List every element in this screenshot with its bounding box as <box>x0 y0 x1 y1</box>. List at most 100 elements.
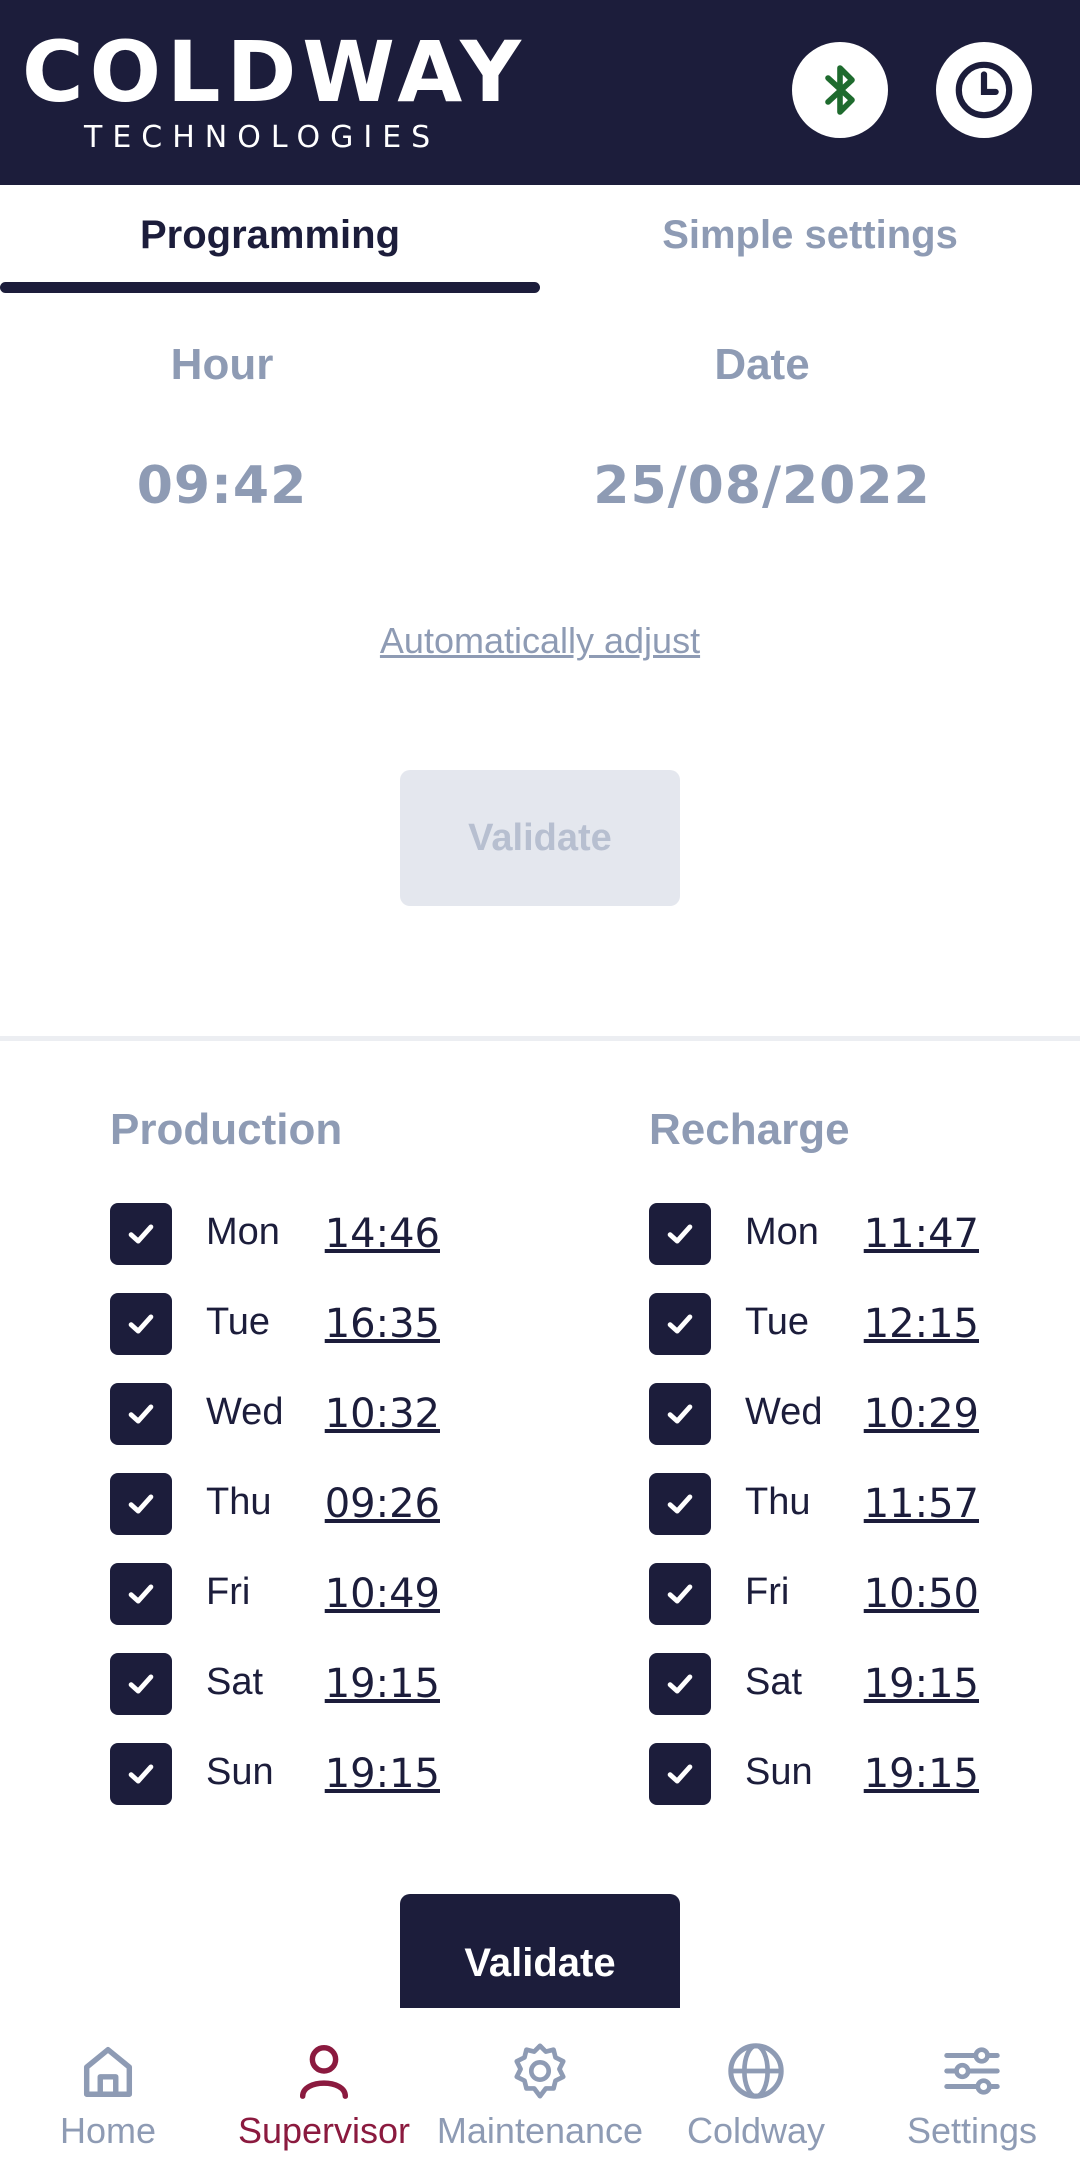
globe-icon <box>728 2043 784 2099</box>
recharge-day-label: Sat <box>745 1661 803 1703</box>
checkmark-icon <box>667 1674 693 1694</box>
checkmark-icon <box>667 1764 693 1784</box>
production-checkbox-sun[interactable] <box>110 1743 172 1805</box>
bluetooth-button[interactable] <box>792 42 888 138</box>
recharge-time-wed[interactable]: 10:29 <box>864 1391 979 1437</box>
nav-settings[interactable]: Settings <box>864 2038 1080 2152</box>
recharge-time-thu[interactable]: 11:57 <box>864 1481 979 1527</box>
production-checkbox-thu[interactable] <box>110 1473 172 1535</box>
recharge-row-sun: Sun 19:15 <box>649 1743 979 1807</box>
tab-simple-settings[interactable]: Simple settings <box>540 185 1080 295</box>
recharge-checkbox-fri[interactable] <box>649 1563 711 1625</box>
production-time-wed[interactable]: 10:32 <box>325 1391 440 1437</box>
checkmark-icon <box>128 1584 154 1604</box>
recharge-checkbox-sat[interactable] <box>649 1653 711 1715</box>
production-time-sat[interactable]: 19:15 <box>325 1661 440 1707</box>
recharge-row-mon: Mon 11:47 <box>649 1203 979 1267</box>
production-time-tue[interactable]: 16:35 <box>325 1301 440 1347</box>
production-row-fri: Fri 10:49 <box>110 1563 440 1627</box>
recharge-checkbox-thu[interactable] <box>649 1473 711 1535</box>
checkmark-icon <box>128 1224 154 1244</box>
date-value[interactable]: 25/08/2022 <box>540 456 984 516</box>
production-day-label: Mon <box>206 1211 280 1253</box>
recharge-row-sat: Sat 19:15 <box>649 1653 979 1717</box>
production-row-thu: Thu 09:26 <box>110 1473 440 1537</box>
production-day-label: Wed <box>206 1391 284 1433</box>
recharge-time-sun[interactable]: 19:15 <box>864 1751 979 1797</box>
app-header: COLDWAY TECHNOLOGIES <box>0 0 1080 185</box>
tab-bar: Programming Simple settings <box>0 185 1080 295</box>
production-time-mon[interactable]: 14:46 <box>325 1211 440 1257</box>
checkmark-icon <box>667 1404 693 1424</box>
checkmark-icon <box>128 1494 154 1514</box>
checkmark-icon <box>667 1314 693 1334</box>
production-checkbox-fri[interactable] <box>110 1563 172 1625</box>
recharge-checkbox-wed[interactable] <box>649 1383 711 1445</box>
production-time-sun[interactable]: 19:15 <box>325 1751 440 1797</box>
nav-coldway-label: Coldway <box>686 2110 826 2151</box>
production-checkbox-sat[interactable] <box>110 1653 172 1715</box>
bottom-navigation: Home Supervisor Maintenance Coldway Sett… <box>0 2008 1080 2175</box>
checkmark-icon <box>128 1674 154 1694</box>
nav-settings-label: Settings <box>906 2110 1038 2151</box>
logo-main-text: COLDWAY <box>22 23 527 121</box>
logo-sub-text: TECHNOLOGIES <box>84 120 441 155</box>
production-row-wed: Wed 10:32 <box>110 1383 440 1447</box>
checkmark-icon <box>667 1224 693 1244</box>
production-time-thu[interactable]: 09:26 <box>325 1481 440 1527</box>
production-checkbox-tue[interactable] <box>110 1293 172 1355</box>
recharge-row-fri: Fri 10:50 <box>649 1563 979 1627</box>
nav-supervisor[interactable]: Supervisor <box>216 2038 432 2152</box>
production-row-mon: Mon 14:46 <box>110 1203 440 1267</box>
nav-home-label: Home <box>59 2110 157 2151</box>
recharge-row-wed: Wed 10:29 <box>649 1383 979 1447</box>
production-row-sat: Sat 19:15 <box>110 1653 440 1717</box>
production-title: Production <box>110 1105 343 1154</box>
recharge-day-label: Fri <box>745 1571 790 1613</box>
recharge-time-sat[interactable]: 19:15 <box>864 1661 979 1707</box>
clock-button[interactable] <box>936 42 1032 138</box>
recharge-checkbox-tue[interactable] <box>649 1293 711 1355</box>
production-time-fri[interactable]: 10:49 <box>325 1571 440 1617</box>
hour-value[interactable]: 09:42 <box>0 456 444 516</box>
recharge-day-label: Mon <box>745 1211 819 1253</box>
production-checkbox-wed[interactable] <box>110 1383 172 1445</box>
section-divider <box>0 1036 1080 1041</box>
recharge-time-fri[interactable]: 10:50 <box>864 1571 979 1617</box>
production-day-label: Sun <box>206 1751 274 1793</box>
home-icon <box>83 2046 133 2097</box>
checkmark-icon <box>128 1764 154 1784</box>
validate-schedule-button[interactable]: Validate <box>400 1894 680 2014</box>
recharge-day-label: Sun <box>745 1751 813 1793</box>
nav-supervisor-label: Supervisor <box>237 2110 411 2151</box>
coldway-logo: COLDWAY TECHNOLOGIES <box>22 23 527 155</box>
validate-clock-button[interactable]: Validate <box>400 770 680 906</box>
gear-icon <box>514 2043 566 2099</box>
production-checkbox-mon[interactable] <box>110 1203 172 1265</box>
recharge-row-tue: Tue 12:15 <box>649 1293 979 1357</box>
nav-maintenance[interactable]: Maintenance <box>432 2038 648 2152</box>
recharge-time-mon[interactable]: 11:47 <box>864 1211 979 1257</box>
nav-coldway[interactable]: Coldway <box>648 2038 864 2152</box>
automatically-adjust-link[interactable]: Automatically adjust <box>0 620 1080 662</box>
nav-home[interactable]: Home <box>0 2038 216 2152</box>
checkmark-icon <box>128 1404 154 1424</box>
recharge-checkbox-sun[interactable] <box>649 1743 711 1805</box>
checkmark-icon <box>667 1584 693 1604</box>
recharge-day-label: Thu <box>745 1481 811 1523</box>
nav-maintenance-label: Maintenance <box>436 2110 644 2151</box>
production-day-label: Tue <box>206 1301 271 1343</box>
tab-programming[interactable]: Programming <box>0 185 540 295</box>
recharge-checkbox-mon[interactable] <box>649 1203 711 1265</box>
active-tab-indicator <box>0 282 540 293</box>
recharge-row-thu: Thu 11:57 <box>649 1473 979 1537</box>
bluetooth-icon <box>825 65 855 115</box>
recharge-day-label: Tue <box>745 1301 810 1343</box>
date-label: Date <box>714 340 810 389</box>
recharge-title: Recharge <box>649 1105 850 1154</box>
person-icon <box>299 2045 349 2099</box>
sliders-icon <box>944 2047 1000 2095</box>
checkmark-icon <box>128 1314 154 1334</box>
recharge-time-tue[interactable]: 12:15 <box>864 1301 979 1347</box>
production-day-label: Sat <box>206 1661 264 1703</box>
